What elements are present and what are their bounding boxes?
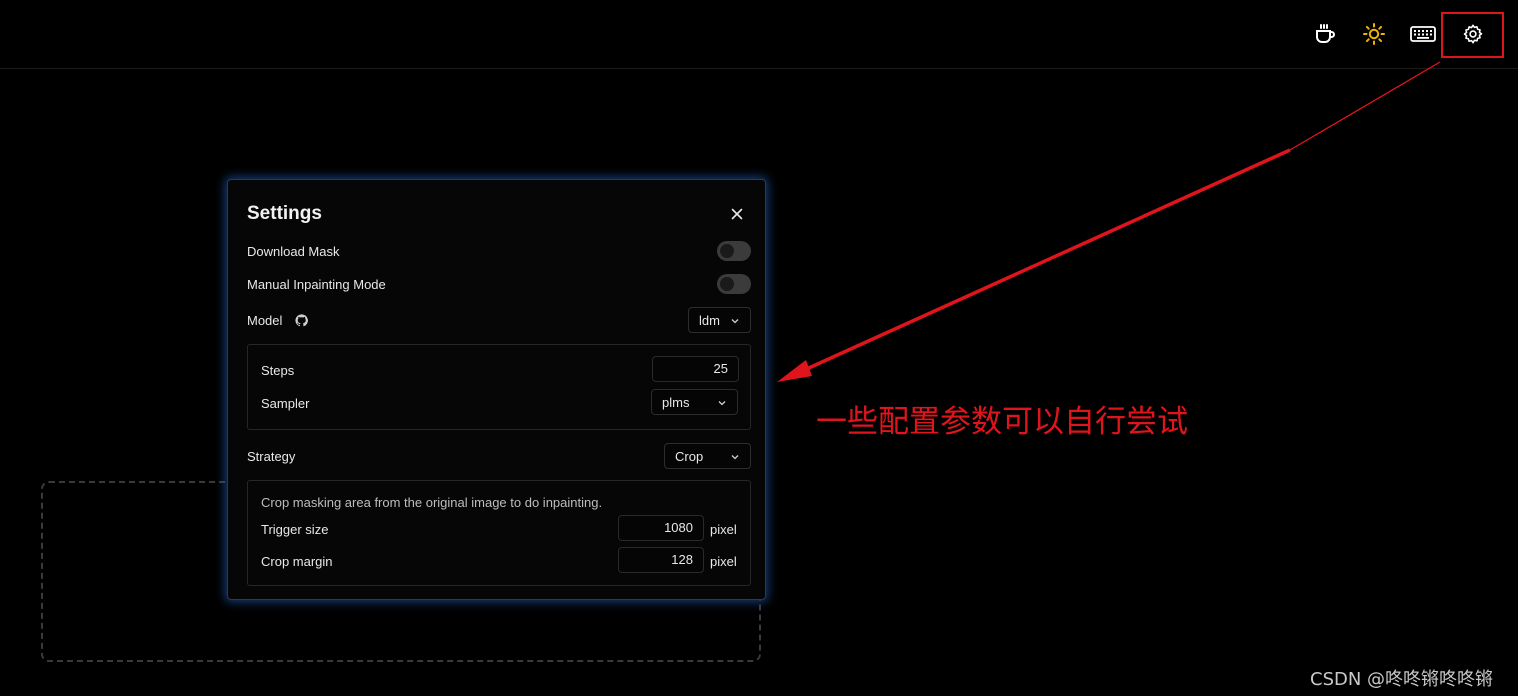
watermark: CSDN @咚咚锵咚咚锵 [1310, 669, 1494, 690]
annotation-text: 一些配置参数可以自行尝试 [816, 404, 1188, 440]
annotation-arrow [777, 61, 1441, 382]
app-page: Settings Download Mask Manual Inpainting… [0, 0, 1518, 696]
